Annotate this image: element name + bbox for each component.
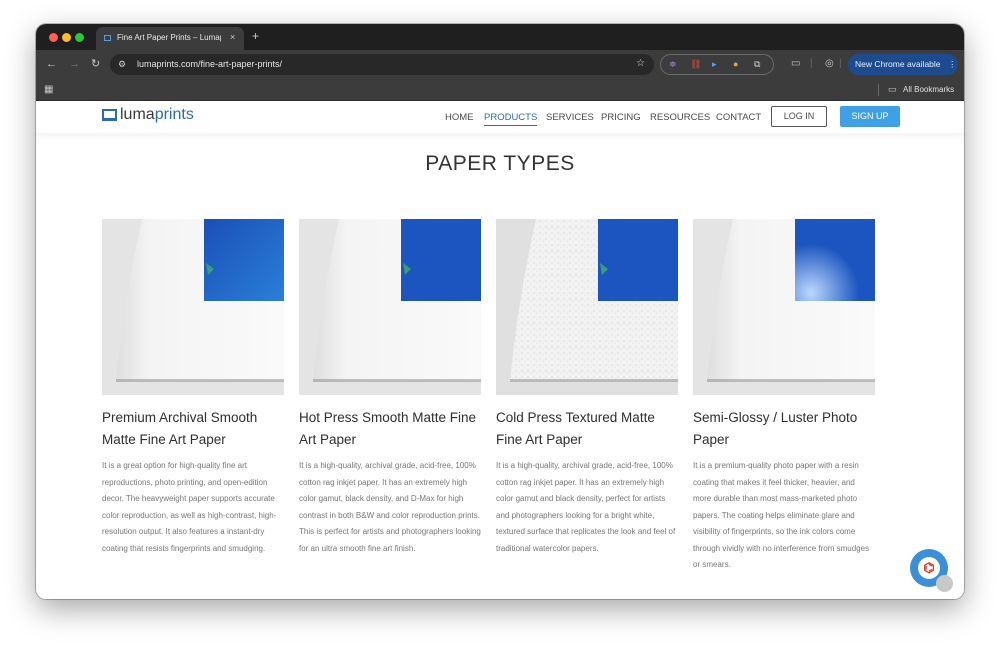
paper-image[interactable] <box>496 219 678 395</box>
pdf-icon: ⌬ <box>918 557 940 579</box>
paper-description: It is a great option for high-quality fi… <box>102 461 277 553</box>
tab-close-icon[interactable]: × <box>230 31 235 43</box>
site-logo[interactable]: lumaprints <box>120 106 194 124</box>
close-window-button[interactable] <box>49 33 58 42</box>
nav-services[interactable]: SERVICES <box>546 112 594 124</box>
logo-text-prints: prints <box>154 106 194 123</box>
nav-home[interactable]: HOME <box>445 112 474 124</box>
web-page: lumaprints HOME PRODUCTS SERVICES PRICIN… <box>36 101 964 599</box>
bookmarks-divider <box>878 84 879 96</box>
site-info-icon[interactable]: ⚙ <box>118 58 126 70</box>
paper-title[interactable]: Premium Archival Smooth Matte Fine Art P… <box>102 407 284 451</box>
reload-icon[interactable]: ↻ <box>91 57 100 71</box>
extensions-puzzle-icon[interactable]: ⧉ <box>754 58 760 71</box>
nav-contact[interactable]: CONTACT <box>716 112 761 124</box>
url-text[interactable]: lumaprints.com/fine-art-paper-prints/ <box>137 58 282 71</box>
extension-hand-icon[interactable]: ● <box>733 58 738 71</box>
extensions-group: ≑ ⛓ ▸ ● ⧉ <box>660 54 774 75</box>
paper-description: It is a high-quality, archival grade, ac… <box>496 461 676 553</box>
tab-title: Fine Art Paper Prints – Lumaprints <box>117 33 221 42</box>
forward-icon[interactable]: → <box>69 57 80 71</box>
address-bar[interactable]: ⚙ lumaprints.com/fine-art-paper-prints/ … <box>110 54 654 75</box>
tab-strip: Fine Art Paper Prints – Lumaprints × + <box>36 24 964 50</box>
paper-title[interactable]: Semi-Glossy / Luster Photo Paper <box>693 407 875 451</box>
nav-pricing[interactable]: PRICING <box>601 112 641 124</box>
browser-toolbar: ← → ↻ ⚙ lumaprints.com/fine-art-paper-pr… <box>36 50 964 80</box>
minimize-window-button[interactable] <box>62 33 71 42</box>
profile-icon[interactable]: ◎ <box>825 57 834 71</box>
back-icon[interactable]: ← <box>46 57 57 71</box>
apps-grid-icon[interactable]: ▦ <box>44 84 53 96</box>
extension-link-icon[interactable]: ⛓ <box>690 58 701 71</box>
paper-title[interactable]: Hot Press Smooth Matte Fine Art Paper <box>299 407 481 451</box>
login-button[interactable]: LOG IN <box>771 106 827 127</box>
paper-image[interactable] <box>299 219 481 395</box>
extension-play-icon[interactable]: ▸ <box>712 58 717 71</box>
signup-button[interactable]: SIGN UP <box>840 106 900 127</box>
paper-title[interactable]: Cold Press Textured Matte Fine Art Paper <box>496 407 678 451</box>
extension-filter-icon[interactable]: ≑ <box>669 58 677 71</box>
more-menu-icon[interactable]: ⋮ <box>948 58 957 71</box>
bookmarks-bar: ▦ ▭ All Bookmarks <box>36 80 964 101</box>
logo-text-luma: luma <box>120 106 155 123</box>
page-title: PAPER TYPES <box>425 152 575 175</box>
toolbar-divider: | <box>810 58 813 69</box>
dismiss-badge-icon[interactable] <box>936 575 953 592</box>
paper-image[interactable] <box>102 219 284 395</box>
zoom-window-button[interactable] <box>75 33 84 42</box>
paper-image[interactable] <box>693 219 875 395</box>
browser-tab[interactable]: Fine Art Paper Prints – Lumaprints × <box>96 27 244 50</box>
tab-favicon-icon <box>104 35 111 41</box>
chrome-update-label: New Chrome available <box>855 59 941 69</box>
paper-description: It is a high-quality, archival grade, ac… <box>299 461 481 553</box>
nav-products[interactable]: PRODUCTS <box>484 112 538 126</box>
all-bookmarks-link[interactable]: All Bookmarks <box>903 84 954 96</box>
logo-icon[interactable] <box>102 109 117 121</box>
browser-window: Fine Art Paper Prints – Lumaprints × + ←… <box>36 24 964 599</box>
paper-description: It is a premium-quality photo paper with… <box>693 461 870 569</box>
chrome-update-button[interactable]: New Chrome available ⋮ <box>848 54 958 75</box>
bookmark-star-icon[interactable]: ☆ <box>636 57 645 71</box>
nav-resources[interactable]: RESOURCES <box>650 112 710 124</box>
folder-icon[interactable]: ▭ <box>888 83 897 96</box>
site-header: lumaprints HOME PRODUCTS SERVICES PRICIN… <box>36 101 964 133</box>
new-tab-button[interactable]: + <box>252 29 259 43</box>
cast-icon[interactable]: ▭ <box>791 57 800 71</box>
toolbar-divider-2: | <box>839 58 842 69</box>
